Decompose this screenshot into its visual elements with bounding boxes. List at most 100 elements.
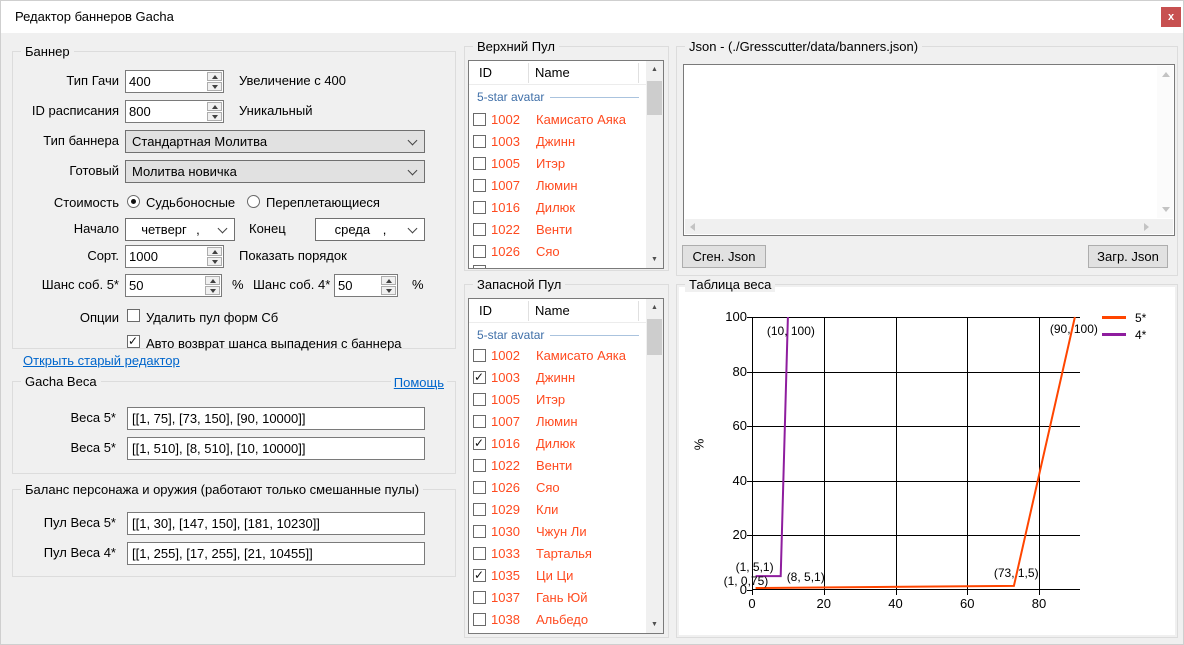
item-checkbox[interactable] (473, 157, 486, 170)
item-checkbox[interactable] (473, 349, 486, 362)
pool-item-row[interactable]: 1005Итэр (469, 388, 663, 410)
pool-item-row[interactable]: 1016Дилюк (469, 432, 663, 454)
pool-item-row[interactable]: 1026Сяо (469, 476, 663, 498)
spin-down-icon[interactable] (205, 286, 220, 295)
pool-item-row[interactable]: 1026Сяо (469, 240, 663, 262)
column-name[interactable]: Name (535, 303, 570, 318)
cost-radio-intertwined[interactable] (247, 195, 260, 208)
remove-pool-checkbox[interactable] (127, 309, 140, 322)
scroll-up-icon[interactable]: ▲ (646, 299, 663, 316)
scrollbar-horizontal[interactable] (685, 219, 1173, 234)
scrollbar-thumb[interactable] (647, 319, 662, 355)
pool-item-row[interactable]: 1007Люмин (469, 174, 663, 196)
column-id[interactable]: ID (479, 65, 492, 80)
column-id[interactable]: ID (479, 303, 492, 318)
pool-item-row[interactable]: 1022Венти (469, 454, 663, 476)
pool-weight4-input[interactable] (127, 542, 425, 565)
json-textarea[interactable] (683, 64, 1175, 236)
auto-return-checkbox[interactable] (127, 335, 140, 348)
gacha-type-input[interactable] (125, 70, 224, 93)
pool-item-row[interactable]: 1007Люмин (469, 410, 663, 432)
item-checkbox[interactable] (473, 481, 486, 494)
spin-up-icon[interactable] (207, 72, 222, 81)
weights5-input-2[interactable] (127, 437, 425, 460)
item-checkbox[interactable] (473, 437, 486, 450)
scroll-left-icon[interactable] (690, 223, 695, 231)
pool-item-row[interactable]: 1016Дилюк (469, 196, 663, 218)
load-json-button[interactable]: Загр. Json (1088, 245, 1168, 268)
scroll-down-icon[interactable]: ▼ (646, 616, 663, 633)
chance5-value[interactable] (126, 275, 204, 296)
item-checkbox[interactable] (473, 569, 486, 582)
spin-down-icon[interactable] (207, 257, 222, 266)
pool-weight5-input[interactable] (127, 512, 425, 535)
item-checkbox[interactable] (473, 591, 486, 604)
gacha-type-value[interactable] (126, 71, 206, 92)
chance4-input[interactable] (334, 274, 398, 297)
item-checkbox[interactable] (473, 415, 486, 428)
scrollbar-vertical[interactable] (1157, 66, 1173, 218)
item-checkbox[interactable] (473, 113, 486, 126)
spin-up-icon[interactable] (205, 276, 220, 285)
pool-item-row[interactable]: 1022Венти (469, 218, 663, 240)
scrollbar-thumb[interactable] (647, 81, 662, 115)
item-checkbox[interactable] (473, 459, 486, 472)
item-checkbox[interactable] (473, 201, 486, 214)
item-checkbox[interactable] (473, 371, 486, 384)
spin-up-icon[interactable] (207, 247, 222, 256)
pool-item-row[interactable]: 1005Итэр (469, 152, 663, 174)
preset-select[interactable]: Молитва новичка (125, 160, 425, 183)
item-checkbox[interactable] (473, 525, 486, 538)
pool-item-row[interactable]: 1037Гань Юй (469, 586, 663, 608)
item-checkbox[interactable] (473, 393, 486, 406)
schedule-id-input[interactable] (125, 100, 224, 123)
scroll-down-icon[interactable] (1162, 207, 1170, 212)
item-checkbox[interactable] (473, 547, 486, 560)
item-checkbox[interactable] (473, 503, 486, 516)
item-checkbox[interactable] (473, 613, 486, 626)
pool-item-row[interactable]: 1002Камисато Аяка (469, 344, 663, 366)
end-select[interactable]: среда , (315, 218, 425, 241)
pool-item-row[interactable]: 1002Камисато Аяка (469, 108, 663, 130)
pool-item-row[interactable]: 1029Кли (469, 498, 663, 520)
item-checkbox[interactable] (473, 245, 486, 258)
spin-down-icon[interactable] (207, 112, 222, 121)
open-old-editor-link[interactable]: Открыть старый редактор (23, 353, 180, 368)
cost-radio-fate[interactable] (127, 195, 140, 208)
weights5-input-1[interactable] (127, 407, 425, 430)
pool-item-row[interactable]: 1038Альбедо (469, 608, 663, 630)
scrollbar-vertical[interactable]: ▲ ▼ (646, 299, 663, 633)
schedule-id-value[interactable] (126, 101, 206, 122)
pool-item-row[interactable]: 1035Ци Ци (469, 564, 663, 586)
close-button[interactable]: x (1161, 7, 1181, 27)
scroll-right-icon[interactable] (1144, 223, 1149, 231)
spin-down-icon[interactable] (207, 82, 222, 91)
scrollbar-vertical[interactable]: ▲ ▼ (646, 61, 663, 268)
item-checkbox[interactable] (473, 179, 486, 192)
scroll-up-icon[interactable]: ▲ (646, 61, 663, 78)
generate-json-button[interactable]: Сген. Json (682, 245, 766, 268)
sort-value[interactable] (126, 246, 206, 267)
item-name: Гань Юй (536, 590, 588, 605)
item-checkbox[interactable] (473, 223, 486, 236)
pool-item-row[interactable]: 1003Джинн (469, 366, 663, 388)
spin-up-icon[interactable] (381, 276, 396, 285)
help-link[interactable]: Помощь (391, 375, 447, 390)
pool-item-row[interactable]: 1033Тарталья (469, 542, 663, 564)
sort-input[interactable] (125, 245, 224, 268)
chance5-input[interactable] (125, 274, 222, 297)
upper-pool-list[interactable]: ID Name 5-star avatar 1002Камисато Аяка1… (468, 60, 664, 269)
pool-item-row[interactable]: 1003Джинн (469, 130, 663, 152)
reserve-pool-list[interactable]: ID Name 5-star avatar 1002Камисато Аяка1… (468, 298, 664, 634)
chance4-value[interactable] (335, 275, 380, 296)
spin-down-icon[interactable] (381, 286, 396, 295)
banner-type-select[interactable]: Стандартная Молитва (125, 130, 425, 153)
cost-label: Стоимость (13, 195, 119, 210)
spin-up-icon[interactable] (207, 102, 222, 111)
scroll-down-icon[interactable]: ▼ (646, 251, 663, 268)
scroll-up-icon[interactable] (1162, 72, 1170, 77)
column-name[interactable]: Name (535, 65, 570, 80)
start-select[interactable]: четверг , (125, 218, 235, 241)
item-checkbox[interactable] (473, 135, 486, 148)
pool-item-row[interactable]: 1030Чжун Ли (469, 520, 663, 542)
